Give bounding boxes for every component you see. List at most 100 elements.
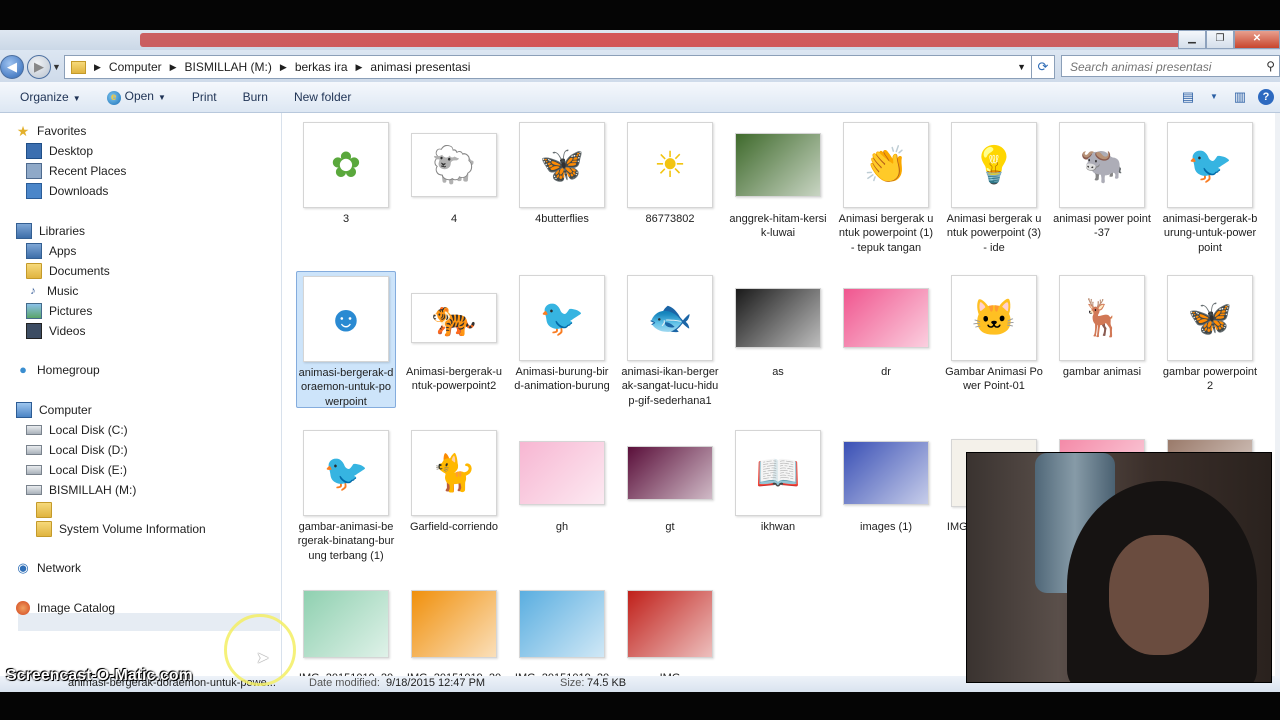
nav-local-disk-d-label: Local Disk (D:) — [49, 443, 128, 457]
nav-local-disk-d[interactable]: Local Disk (D:) — [26, 441, 128, 459]
breadcrumb-computer[interactable]: Computer — [109, 60, 162, 74]
file-item[interactable]: dr — [836, 271, 936, 379]
file-thumbnail: 🐦 — [1167, 122, 1253, 208]
file-item[interactable]: ✿ 3 — [296, 118, 396, 226]
nav-documents[interactable]: Documents — [26, 262, 110, 280]
file-item[interactable]: 📖 ikhwan — [728, 426, 828, 534]
library-icon — [26, 243, 42, 259]
history-dropdown[interactable]: ▼ — [52, 62, 61, 72]
vertical-scrollbar[interactable] — [1275, 113, 1280, 676]
file-name-label: as — [772, 366, 784, 378]
file-item[interactable]: 🦌 gambar animasi — [1052, 271, 1152, 379]
nav-desktop[interactable]: Desktop — [26, 142, 93, 160]
nav-libraries[interactable]: Libraries — [16, 222, 85, 240]
breadcrumb-arrow-icon[interactable]: ▶ — [280, 62, 287, 73]
file-item[interactable]: 👏 Animasi bergerak untuk powerpoint (1) -… — [836, 118, 936, 255]
nav-local-disk-e[interactable]: Local Disk (E:) — [26, 461, 127, 479]
breadcrumb-arrow-icon[interactable]: ▶ — [94, 62, 101, 73]
close-button[interactable]: ✕ — [1234, 30, 1280, 49]
nav-system-volume-information[interactable]: System Volume Information — [36, 520, 206, 538]
organize-button[interactable]: Organize ▼ — [14, 87, 87, 107]
nav-favorites[interactable]: ★ Favorites — [16, 122, 87, 140]
file-item[interactable]: gt — [620, 426, 720, 534]
search-input[interactable] — [1068, 56, 1262, 78]
frame-sky-icon — [519, 590, 605, 658]
nav-music[interactable]: ♪ Music — [26, 282, 78, 300]
file-item[interactable]: 🐃 animasi power point-37 — [1052, 118, 1152, 241]
file-name-label: gt — [665, 521, 675, 533]
file-item[interactable]: ☀ 86773802 — [620, 118, 720, 226]
new-folder-button[interactable]: New folder — [288, 87, 357, 107]
file-item[interactable]: 🐦 gambar-animasi-bergerak-binatang-burung… — [296, 426, 396, 563]
file-name-label: gambar animasi — [1062, 366, 1142, 378]
nav-recent-places[interactable]: Recent Places — [26, 162, 126, 180]
file-item[interactable]: IMG_20151019_20 — [512, 577, 612, 676]
butterflies-icon: 🦋 — [519, 122, 605, 208]
address-bar[interactable]: ▶ Computer ▶ BISMILLAH (M:) ▶ berkas ira… — [64, 55, 1032, 79]
file-name-label: Garfield-corriendo — [409, 521, 499, 533]
chevron-down-icon[interactable]: ▼ — [1206, 89, 1222, 105]
window-titlebar[interactable] — [0, 30, 1280, 50]
forward-button[interactable]: ▶ — [27, 55, 51, 79]
folder-icon — [36, 521, 52, 537]
file-item[interactable]: 🐦 Animasi-burung-bird-animation-burung — [512, 271, 612, 394]
file-item[interactable]: as — [728, 271, 828, 379]
print-button[interactable]: Print — [186, 87, 223, 107]
nav-homegroup[interactable]: ● Homegroup — [16, 361, 100, 379]
frame-teal-icon — [303, 590, 389, 658]
nav-favorites-label: Favorites — [37, 124, 87, 138]
nav-image-catalog[interactable]: Image Catalog — [16, 599, 115, 617]
nav-downloads[interactable]: Downloads — [26, 182, 108, 200]
file-name-label: anggrek-hitam-kersik-luwai — [729, 213, 827, 240]
file-item[interactable]: 🦋 4butterflies — [512, 118, 612, 226]
nav-pictures[interactable]: Pictures — [26, 302, 92, 320]
file-item[interactable]: 🐈 Garfield-corriendo — [404, 426, 504, 534]
help-icon[interactable]: ? — [1258, 89, 1274, 105]
minimize-button[interactable]: ▁ — [1178, 30, 1206, 49]
file-item[interactable]: gh — [512, 426, 612, 534]
file-item[interactable]: images (1) — [836, 426, 936, 534]
nav-apps[interactable]: Apps — [26, 242, 76, 260]
file-thumbnail — [735, 275, 821, 361]
nav-videos-label: Videos — [49, 324, 86, 338]
file-item[interactable]: 💡 Animasi bergerak untuk powerpoint (3) -… — [944, 118, 1044, 255]
maximize-button[interactable]: ❐ — [1206, 30, 1234, 49]
breadcrumb-arrow-icon[interactable]: ▶ — [170, 62, 177, 73]
window-controls: ▁ ❐ ✕ — [1178, 30, 1280, 49]
nav-local-disk-c[interactable]: Local Disk (C:) — [26, 421, 128, 439]
back-button[interactable]: ◀ — [0, 55, 24, 79]
file-item[interactable]: IMG_20151019_20 — [296, 577, 396, 676]
file-item[interactable]: 🐑 4 — [404, 118, 504, 226]
file-thumbnail: 🦋 — [519, 122, 605, 208]
file-item[interactable]: IMG_20151019_20 — [404, 577, 504, 676]
file-item[interactable]: 🐅 Animasi-bergerak-untuk-powerpoint2 — [404, 271, 504, 394]
file-thumbnail — [843, 430, 929, 516]
open-button[interactable]: e Open ▼ — [101, 86, 172, 108]
breadcrumb-berkas-ira[interactable]: berkas ira — [295, 60, 348, 74]
blue-flying-bird-icon: 🐦 — [303, 430, 389, 516]
file-item[interactable]: 🐟 animasi-ikan-bergerak-sangat-lucu-hidup… — [620, 271, 720, 408]
breadcrumb-bismillah[interactable]: BISMILLAH (M:) — [185, 60, 272, 74]
breadcrumb-arrow-icon[interactable]: ▶ — [356, 62, 363, 73]
file-item[interactable]: anggrek-hitam-kersik-luwai — [728, 118, 828, 241]
file-item[interactable]: 🦋 gambar powerpoint 2 — [1160, 271, 1260, 394]
refresh-button[interactable]: ⟳ — [1031, 55, 1055, 79]
burn-button[interactable]: Burn — [237, 87, 274, 107]
file-thumbnail: 🦋 — [1167, 275, 1253, 361]
search-icon[interactable]: ⚲ — [1266, 59, 1275, 73]
change-view-icon[interactable]: ▤ — [1180, 89, 1196, 105]
file-item[interactable]: 🐱 Gambar Animasi Power Point-01 — [944, 271, 1044, 394]
address-dropdown-icon[interactable]: ▼ — [1017, 62, 1026, 72]
open-label: Open — [124, 89, 154, 103]
star-icon: ★ — [16, 123, 30, 139]
nav-computer[interactable]: Computer — [16, 401, 92, 419]
file-item[interactable]: 🐦 animasi-bergerak-burung-untuk-powerpoin… — [1160, 118, 1260, 255]
nav-bismillah[interactable]: BISMILLAH (M:) — [26, 481, 136, 499]
nav-network[interactable]: ◉ Network — [16, 559, 81, 577]
file-item[interactable]: ☻ animasi-bergerak-doraemon-untuk-powerpo… — [296, 271, 396, 408]
nav-current-folder[interactable] — [36, 501, 59, 519]
preview-pane-icon[interactable]: ▥ — [1232, 89, 1248, 105]
file-item[interactable]: IMG — [620, 577, 720, 676]
breadcrumb-animasi-presentasi[interactable]: animasi presentasi — [370, 60, 470, 74]
nav-videos[interactable]: Videos — [26, 322, 85, 340]
